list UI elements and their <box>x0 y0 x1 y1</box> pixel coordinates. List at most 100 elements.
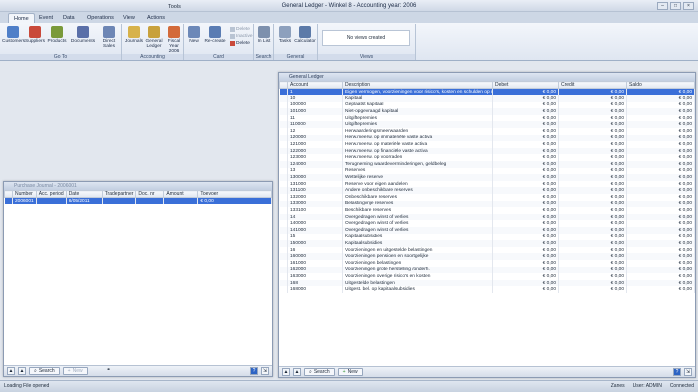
col-description[interactable]: Description <box>342 81 493 89</box>
row-selector[interactable] <box>279 220 288 227</box>
row-selector[interactable] <box>279 167 288 175</box>
calculator-button[interactable]: Calculator <box>294 26 316 44</box>
tab-view[interactable]: View <box>118 13 140 23</box>
row-selector[interactable] <box>279 174 288 181</box>
table-row[interactable]: 168 Uitgestelde belastingen € 0,00 € 0,00 € … <box>279 279 695 287</box>
link-icon[interactable]: ⚭ <box>105 367 113 375</box>
row-selector[interactable] <box>279 194 288 201</box>
row-selector[interactable] <box>279 88 288 96</box>
col-credit[interactable]: Credit <box>558 81 627 89</box>
help-icon[interactable]: ? <box>250 367 258 375</box>
customers-button[interactable]: Customers <box>2 26 25 44</box>
maximize-button[interactable]: □ <box>670 2 681 10</box>
row-selector[interactable] <box>279 128 288 135</box>
tab-data[interactable]: Data <box>58 13 80 23</box>
card-delete-button[interactable]: Delete <box>230 41 250 46</box>
row-selector[interactable] <box>279 121 288 129</box>
table-row[interactable]: 122000 Herw.meerw. op financiële vaste ac… <box>279 147 695 155</box>
row-selector[interactable] <box>279 207 288 214</box>
table-row[interactable]: 10 Kapitaal € 0,00 € 0,00 € 0,00 <box>279 95 695 102</box>
col-number[interactable]: Number <box>12 190 37 198</box>
suppliers-button[interactable]: Suppliers <box>24 26 46 44</box>
table-row[interactable]: 12 Herwaarderingsmeerwaarden € 0,00 € 0,00 €… <box>279 128 695 135</box>
col-doc-nr[interactable]: Doc. nr <box>135 190 165 198</box>
col-select[interactable] <box>4 190 13 198</box>
row-selector[interactable] <box>279 200 288 208</box>
row-selector[interactable] <box>279 213 288 221</box>
row-selector[interactable] <box>279 240 288 247</box>
fiscal-year-button[interactable]: Fiscal Year 2006 <box>164 26 184 54</box>
col-toevoer[interactable]: Toevoer <box>197 190 272 198</box>
nav-up-2-button[interactable]: ▲ <box>293 368 301 376</box>
journals-button[interactable]: Journals <box>124 26 144 44</box>
row-selector[interactable] <box>279 114 288 122</box>
card-delete-small[interactable]: Delete <box>230 27 250 32</box>
table-row[interactable]: 124000 Terugneming waardeverminderingen, … <box>279 161 695 168</box>
table-row[interactable]: 120000 Herw.meerw. op immateriële vaste a… <box>279 134 695 142</box>
re-create-button[interactable]: Re-create <box>204 26 226 44</box>
table-row[interactable]: 1 Eigen vermogen, voorzieningen voor risi… <box>279 88 695 96</box>
row-selector[interactable] <box>279 266 288 274</box>
row-selector[interactable] <box>279 95 288 102</box>
table-row[interactable]: 100000 Geplaatst kapitaal € 0,00 € 0,00 € 0,… <box>279 101 695 109</box>
col-select[interactable] <box>279 81 288 89</box>
general-ledger-button[interactable]: General Ledger <box>144 26 164 49</box>
row-selector[interactable] <box>279 279 288 287</box>
row-selector[interactable] <box>279 226 288 234</box>
tasks-button[interactable]: Tasks <box>276 26 294 44</box>
in-list-button[interactable]: In List <box>256 26 272 44</box>
table-row[interactable]: 14 Overgedragen winst of verlies € 0,00 € 0… <box>279 213 695 221</box>
row-selector[interactable] <box>279 187 288 194</box>
documents-button[interactable]: Documents <box>70 26 96 44</box>
row-selector[interactable] <box>279 141 288 148</box>
table-row[interactable]: 121000 Herw.meerw. op materiële vaste act… <box>279 141 695 148</box>
table-row[interactable]: 162000 Voorzieningen grote herstelling /o… <box>279 266 695 274</box>
tab-event[interactable]: Event <box>34 13 58 23</box>
table-row[interactable]: 131000 Reserve voor eigen aandelen € 0,00 €… <box>279 180 695 188</box>
views-box[interactable]: No views created <box>322 30 410 46</box>
col-saldo[interactable]: Saldo <box>626 81 695 89</box>
search-button[interactable]: ⌕ Search <box>29 367 60 375</box>
minimize-button[interactable]: – <box>657 2 668 10</box>
row-selector[interactable] <box>279 246 288 254</box>
table-row[interactable]: 163000 Voorzieningen overige risico's en … <box>279 273 695 280</box>
col-debet[interactable]: Debet <box>492 81 559 89</box>
nav-up-button[interactable]: ▲ <box>7 367 15 375</box>
table-row[interactable]: 16 Voorzieningen en uitgestelde belasting… <box>279 246 695 254</box>
table-row[interactable]: 161000 Voorzieningen belastingen € 0,00 € 0… <box>279 259 695 267</box>
row-selector[interactable] <box>279 273 288 280</box>
help-icon[interactable]: ? <box>673 368 681 376</box>
table-row[interactable]: 141000 Overgedragen winst of verlies € 0,0… <box>279 226 695 234</box>
table-row[interactable]: 131100 Andere onbeschikbare reserves € 0,0… <box>279 187 695 194</box>
row-selector[interactable] <box>279 101 288 109</box>
close-button[interactable]: × <box>683 2 694 10</box>
row-selector[interactable] <box>279 286 288 293</box>
table-row[interactable]: 150000 Kapitaalsubsidies € 0,00 € 0,00 € 0,0… <box>279 240 695 247</box>
col-account[interactable]: Account <box>287 81 343 89</box>
table-row[interactable]: 133000 Belastingvrije reserves € 0,00 € 0,0… <box>279 200 695 208</box>
table-row[interactable]: 168000 Uitgest. bel. op kapitaalsubsidies… <box>279 286 695 293</box>
export-icon[interactable]: ⇲ <box>261 367 269 375</box>
card-inactive-small[interactable]: Inactive <box>230 34 253 39</box>
table-row[interactable]: 130000 Wettelijke reserve € 0,00 € 0,00 € 0,… <box>279 174 695 181</box>
row-selector[interactable] <box>279 161 288 168</box>
row-selector[interactable] <box>279 180 288 188</box>
new-button[interactable]: + New <box>337 368 363 376</box>
new-button[interactable]: + New <box>62 367 88 375</box>
nav-up-button[interactable]: ▲ <box>282 368 290 376</box>
export-icon[interactable]: ⇲ <box>684 368 692 376</box>
col-date[interactable]: Date <box>65 190 103 198</box>
products-button[interactable]: Products <box>46 26 68 44</box>
table-row[interactable]: 2006001 6/05/2011 € 0,00 <box>4 197 272 205</box>
row-selector[interactable] <box>279 108 288 115</box>
row-selector[interactable] <box>279 259 288 267</box>
row-selector[interactable] <box>279 233 288 241</box>
table-row[interactable]: 110000 Uitgiftepremies € 0,00 € 0,00 € 0,00 <box>279 121 695 129</box>
row-selector[interactable] <box>279 253 288 260</box>
col-acc-period[interactable]: Acc. period <box>35 190 67 198</box>
nav-up-2-button[interactable]: ▲ <box>18 367 26 375</box>
direct-sales-button[interactable]: Direct Sales <box>98 26 120 49</box>
row-selector[interactable] <box>279 134 288 142</box>
new-card-button[interactable]: New <box>186 26 202 44</box>
tab-operations[interactable]: Operations <box>82 13 119 23</box>
